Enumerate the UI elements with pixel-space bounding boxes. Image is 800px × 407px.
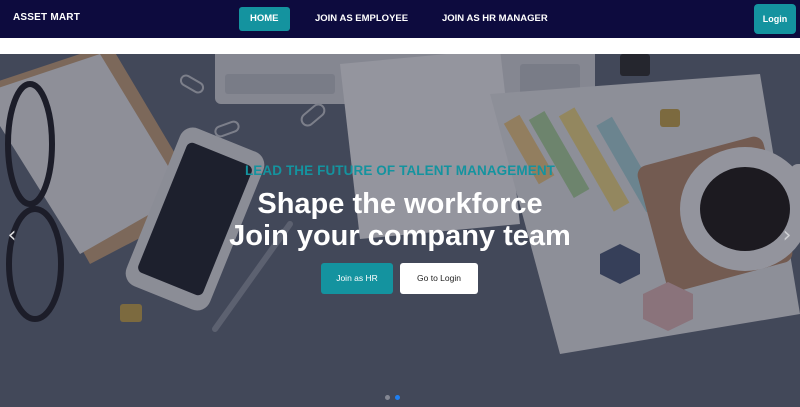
chevron-right-icon[interactable]: › xyxy=(777,224,797,248)
nav-join-as-employee[interactable]: JOIN AS EMPLOYEE xyxy=(304,7,419,31)
carousel-dot-1[interactable] xyxy=(385,395,390,400)
hero-carousel: LEAD THE FUTURE OF TALENT MANAGEMENT Sha… xyxy=(0,54,800,407)
brand-logo[interactable]: ASSET MART xyxy=(13,12,80,23)
hero-headline-line2: Join your company team xyxy=(229,220,571,252)
join-as-hr-button[interactable]: Join as HR xyxy=(321,263,393,294)
navbar: ASSET MART HOME JOIN AS EMPLOYEE JOIN AS… xyxy=(0,0,800,38)
nav-join-as-hr-manager[interactable]: JOIN AS HR MANAGER xyxy=(431,7,559,31)
carousel-dot-2[interactable] xyxy=(395,395,400,400)
go-to-login-button[interactable]: Go to Login xyxy=(400,263,478,294)
chevron-left-icon[interactable]: ‹ xyxy=(2,224,22,248)
hero-tagline: LEAD THE FUTURE OF TALENT MANAGEMENT xyxy=(244,163,556,178)
nav-home[interactable]: HOME xyxy=(239,7,290,31)
carousel-indicators xyxy=(385,395,405,401)
hero-headline-line1: Shape the workforce xyxy=(257,188,543,220)
login-button[interactable]: Login xyxy=(754,4,796,34)
